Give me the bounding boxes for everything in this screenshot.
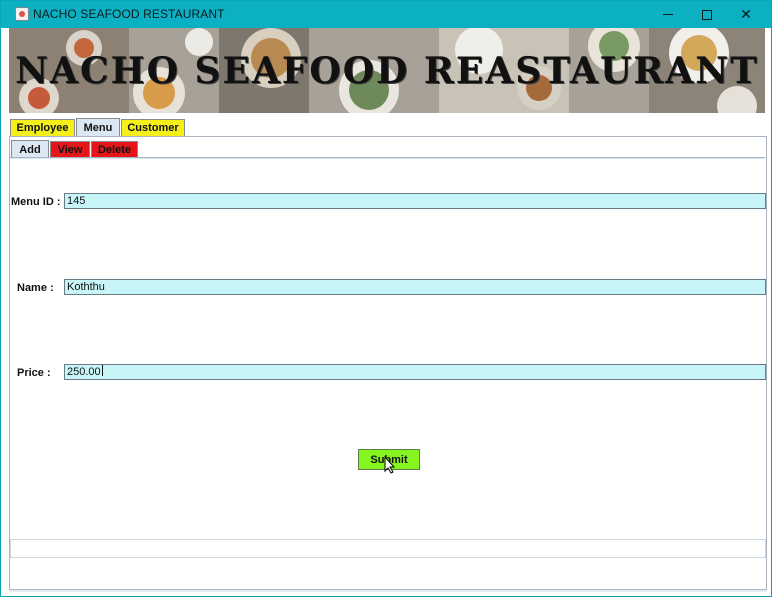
tab-view[interactable]: View: [50, 141, 90, 158]
restaurant-banner: NACHO SEAFOOD REASTAURANT: [9, 28, 765, 113]
status-bar: [10, 539, 766, 558]
tab-add-label: Add: [19, 143, 41, 156]
tab-delete-label: Delete: [97, 144, 132, 156]
banner-title: NACHO SEAFOOD REASTAURANT: [15, 50, 759, 92]
java-app-icon: [15, 7, 29, 21]
sub-tab-divider: [10, 157, 765, 159]
name-label: Name :: [17, 282, 54, 294]
tab-employee[interactable]: Employee: [10, 119, 75, 136]
tab-menu[interactable]: Menu: [76, 118, 120, 136]
tab-menu-label: Menu: [83, 121, 113, 134]
maximize-icon: [702, 9, 712, 20]
menu-id-label: Menu ID :: [11, 196, 61, 208]
window-bottom-edge: [9, 589, 767, 592]
price-input[interactable]: 250.00: [64, 364, 766, 380]
menu-id-value: 145: [67, 195, 86, 207]
minimize-icon: [663, 14, 673, 15]
mouse-pointer-icon: [384, 456, 396, 474]
minimize-button[interactable]: [648, 1, 688, 28]
title-bar: NACHO SEAFOOD RESTAURANT ✕: [1, 1, 771, 28]
tab-view-label: View: [57, 144, 83, 156]
tab-delete[interactable]: Delete: [91, 141, 138, 158]
app-window: NACHO SEAFOOD RESTAURANT ✕ NACHO SEAFOOD…: [0, 0, 772, 597]
name-value: Koththu: [67, 281, 105, 293]
price-value: 250.00: [67, 366, 101, 378]
tab-employee-label: Employee: [16, 122, 69, 134]
tab-customer[interactable]: Customer: [121, 119, 185, 136]
text-caret: [101, 365, 103, 376]
window-title: NACHO SEAFOOD RESTAURANT: [33, 7, 225, 21]
price-label: Price :: [17, 367, 51, 379]
close-button[interactable]: ✕: [726, 1, 766, 28]
tab-add[interactable]: Add: [11, 140, 49, 158]
maximize-button[interactable]: [687, 1, 727, 28]
menu-id-input[interactable]: 145: [64, 193, 766, 209]
tab-customer-label: Customer: [127, 122, 179, 134]
close-icon: ✕: [740, 6, 752, 23]
name-input[interactable]: Koththu: [64, 279, 766, 295]
